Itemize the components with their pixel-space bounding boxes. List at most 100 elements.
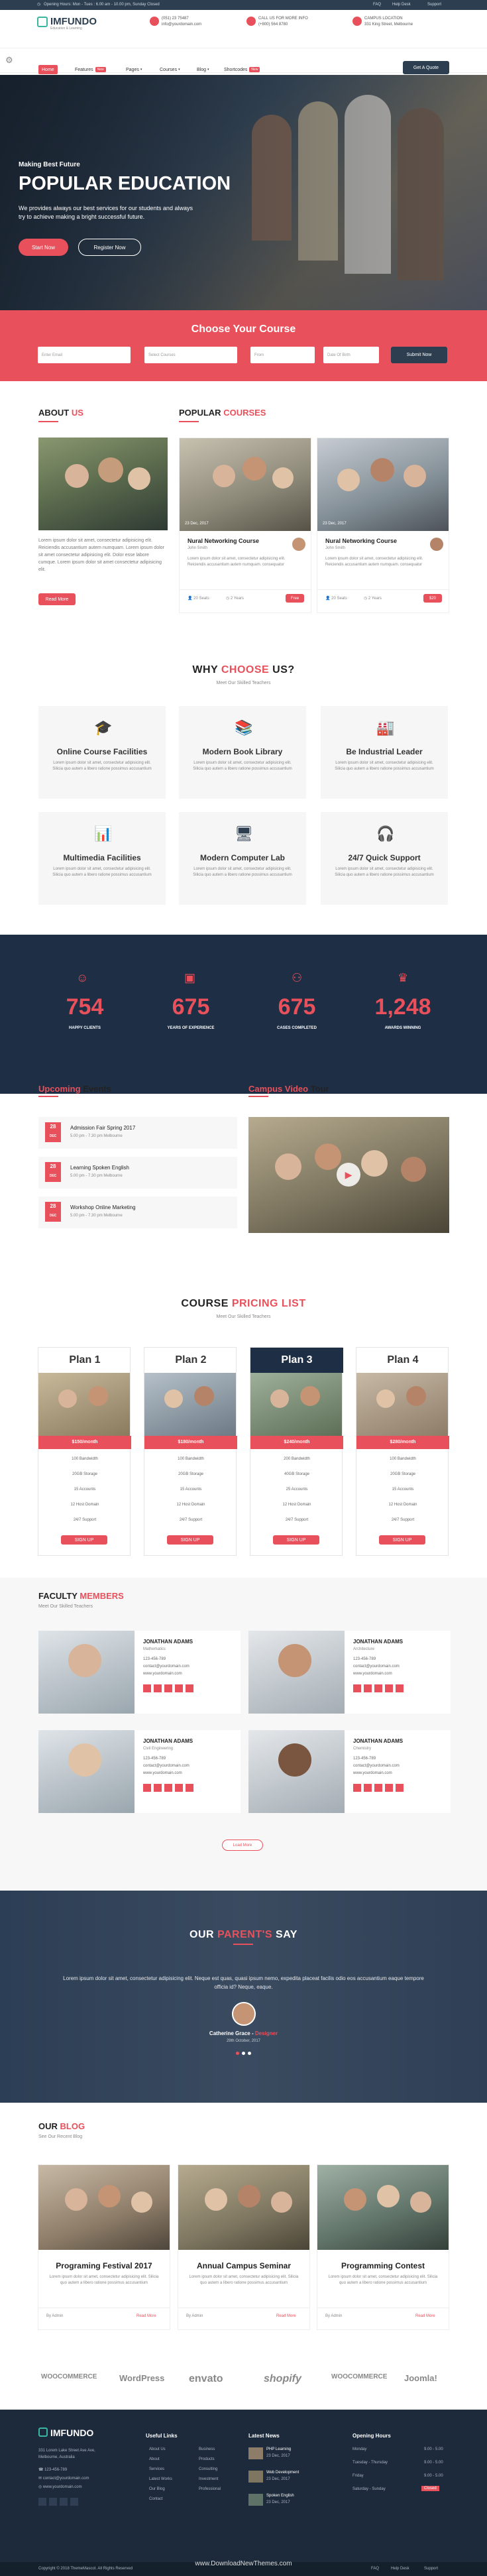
google-plus-icon[interactable] [374,1684,382,1692]
partner-logo[interactable]: WOOCOMMERCE [41,2373,97,2380]
signup-button[interactable]: SIGN UP [273,1535,319,1545]
nav-shortcodes[interactable]: Shortcodes New [221,65,263,74]
instagram-icon[interactable] [396,1784,404,1792]
topbar-link-faq[interactable]: FAQ [373,3,381,7]
signup-button[interactable]: SIGN UP [379,1535,425,1545]
twitter-icon[interactable] [364,1684,372,1692]
footer-web[interactable]: ◎ www.yourdomain.com [38,2485,82,2489]
footer-link[interactable]: Services [149,2467,164,2471]
event-item[interactable]: 28 DEC Admission Fair Spring 2017 5.00 pm… [38,1117,237,1149]
blog-read-more[interactable]: Read More [415,2314,435,2318]
course-title[interactable]: Nural Networking Course [325,538,397,544]
start-now-button[interactable]: Start Now [19,239,68,256]
course-select[interactable]: Select Courses [144,347,237,363]
news-title[interactable]: Web Development [266,2471,299,2475]
google-plus-icon[interactable] [374,1784,382,1792]
blog-title[interactable]: Annual Campus Seminar [178,2261,309,2270]
event-title[interactable]: Workshop Online Marketing [70,1204,136,1210]
nav-pages[interactable]: Pages ▾ [123,65,145,74]
settings-gear-icon[interactable]: ⚙ [5,55,13,66]
facebook-icon[interactable] [143,1784,151,1792]
twitter-icon[interactable] [154,1684,162,1692]
from-field[interactable]: From [250,347,315,363]
twitter-icon[interactable] [49,2498,57,2506]
blog-read-more[interactable]: Read More [276,2314,296,2318]
footer-link[interactable]: Our Blog [149,2487,165,2491]
course-desc: Lorem ipsum dolor sit amet, consectetur … [325,557,423,567]
load-more-button[interactable]: Load More [222,1840,263,1851]
blog-read-more[interactable]: Read More [136,2314,156,2318]
partner-logo[interactable]: WordPress [119,2373,164,2383]
footer-link[interactable]: Consulting [199,2467,217,2471]
submit-button[interactable]: Submit Now [391,347,447,363]
topbar-link-support[interactable]: Support [427,3,441,7]
blog-card[interactable]: Programing Festival 2017 Lorem ipsum dol… [38,2164,170,2330]
blog-card[interactable]: Annual Campus Seminar Lorem ipsum dolor … [178,2164,310,2330]
event-title[interactable]: Admission Fair Spring 2017 [70,1125,135,1131]
footer-link[interactable]: Business [199,2447,215,2451]
linkedin-icon[interactable] [175,1784,183,1792]
course-card[interactable]: 23 Dec, 2017 Nural Networking Course Joh… [317,438,449,613]
footer-link[interactable]: Latest Works [149,2477,172,2481]
topbar-link-helpdesk[interactable]: Help Desk [392,3,411,7]
news-title[interactable]: Spoken English [266,2494,294,2498]
nav-home[interactable]: Home [38,65,58,74]
instagram-icon[interactable] [186,1684,193,1692]
footer-link[interactable]: Professional [199,2487,221,2491]
nav-features[interactable]: Features New [72,65,109,74]
course-price[interactable]: $20 [423,594,442,603]
partner-logo[interactable]: envato [189,2373,223,2385]
course-title[interactable]: Nural Networking Course [188,538,259,544]
nav-courses[interactable]: Courses ▾ [156,65,184,74]
google-plus-icon[interactable] [164,1684,172,1692]
linkedin-icon[interactable] [175,1684,183,1692]
event-item[interactable]: 28 DEC Workshop Online Marketing 5.00 pm … [38,1197,237,1228]
twitter-icon[interactable] [154,1784,162,1792]
footer-link[interactable]: About [149,2457,160,2461]
google-plus-icon[interactable] [164,1784,172,1792]
footer-email[interactable]: ✉ contact@yourdomain.com [38,2476,89,2481]
signup-button[interactable]: SIGN UP [167,1535,213,1545]
play-icon[interactable]: ▶ [337,1163,360,1187]
google-plus-icon[interactable] [60,2498,68,2506]
partner-logo[interactable]: WOOCOMMERCE [331,2373,387,2380]
linkedin-icon[interactable] [385,1784,393,1792]
signup-button[interactable]: SIGN UP [61,1535,107,1545]
facebook-icon[interactable] [143,1684,151,1692]
blog-card[interactable]: Programming Contest Lorem ipsum dolor si… [317,2164,449,2330]
slider-dot[interactable] [236,2052,239,2055]
facebook-icon[interactable] [353,1684,361,1692]
news-title[interactable]: PHP Learning [266,2447,291,2451]
event-item[interactable]: 28 DEC Learning Spoken English 5.00 pm - … [38,1157,237,1189]
campus-video[interactable]: ▶ [248,1117,449,1233]
register-now-button[interactable]: Register Now [78,239,141,256]
instagram-icon[interactable] [396,1684,404,1692]
chevron-down-icon: ▾ [207,68,209,72]
footer-logo[interactable]: IMFUNDO [50,2428,93,2438]
footer-link[interactable]: Investment [199,2477,218,2481]
about-read-more[interactable]: Read More [38,593,76,605]
instagram-icon[interactable] [186,1784,193,1792]
get-quote-button[interactable]: Get A Quote [403,61,449,74]
dob-field[interactable]: Date Of Birth [323,347,379,363]
footer-link[interactable]: About Us [149,2447,166,2451]
logo-text[interactable]: IMFUNDO [50,16,97,27]
facebook-icon[interactable] [353,1784,361,1792]
slider-dot[interactable] [248,2052,251,2055]
facebook-icon[interactable] [38,2498,46,2506]
linkedin-icon[interactable] [385,1684,393,1692]
slider-dot[interactable] [242,2052,245,2055]
blog-title[interactable]: Programing Festival 2017 [38,2261,170,2270]
partner-logo[interactable]: shopify [264,2373,301,2385]
event-title[interactable]: Learning Spoken English [70,1165,129,1171]
footer-link[interactable]: Products [199,2457,215,2461]
footer-link[interactable]: Contact [149,2497,163,2501]
email-field[interactable]: Enter Email [38,347,131,363]
blog-title[interactable]: Programming Contest [317,2261,449,2270]
course-price[interactable]: Free [286,594,304,603]
twitter-icon[interactable] [364,1784,372,1792]
partner-logo[interactable]: Joomla! [404,2373,437,2383]
nav-blog[interactable]: Blog ▾ [193,65,213,74]
course-card[interactable]: 23 Dec, 2017 Nural Networking Course Joh… [179,438,311,613]
linkedin-icon[interactable] [70,2498,78,2506]
